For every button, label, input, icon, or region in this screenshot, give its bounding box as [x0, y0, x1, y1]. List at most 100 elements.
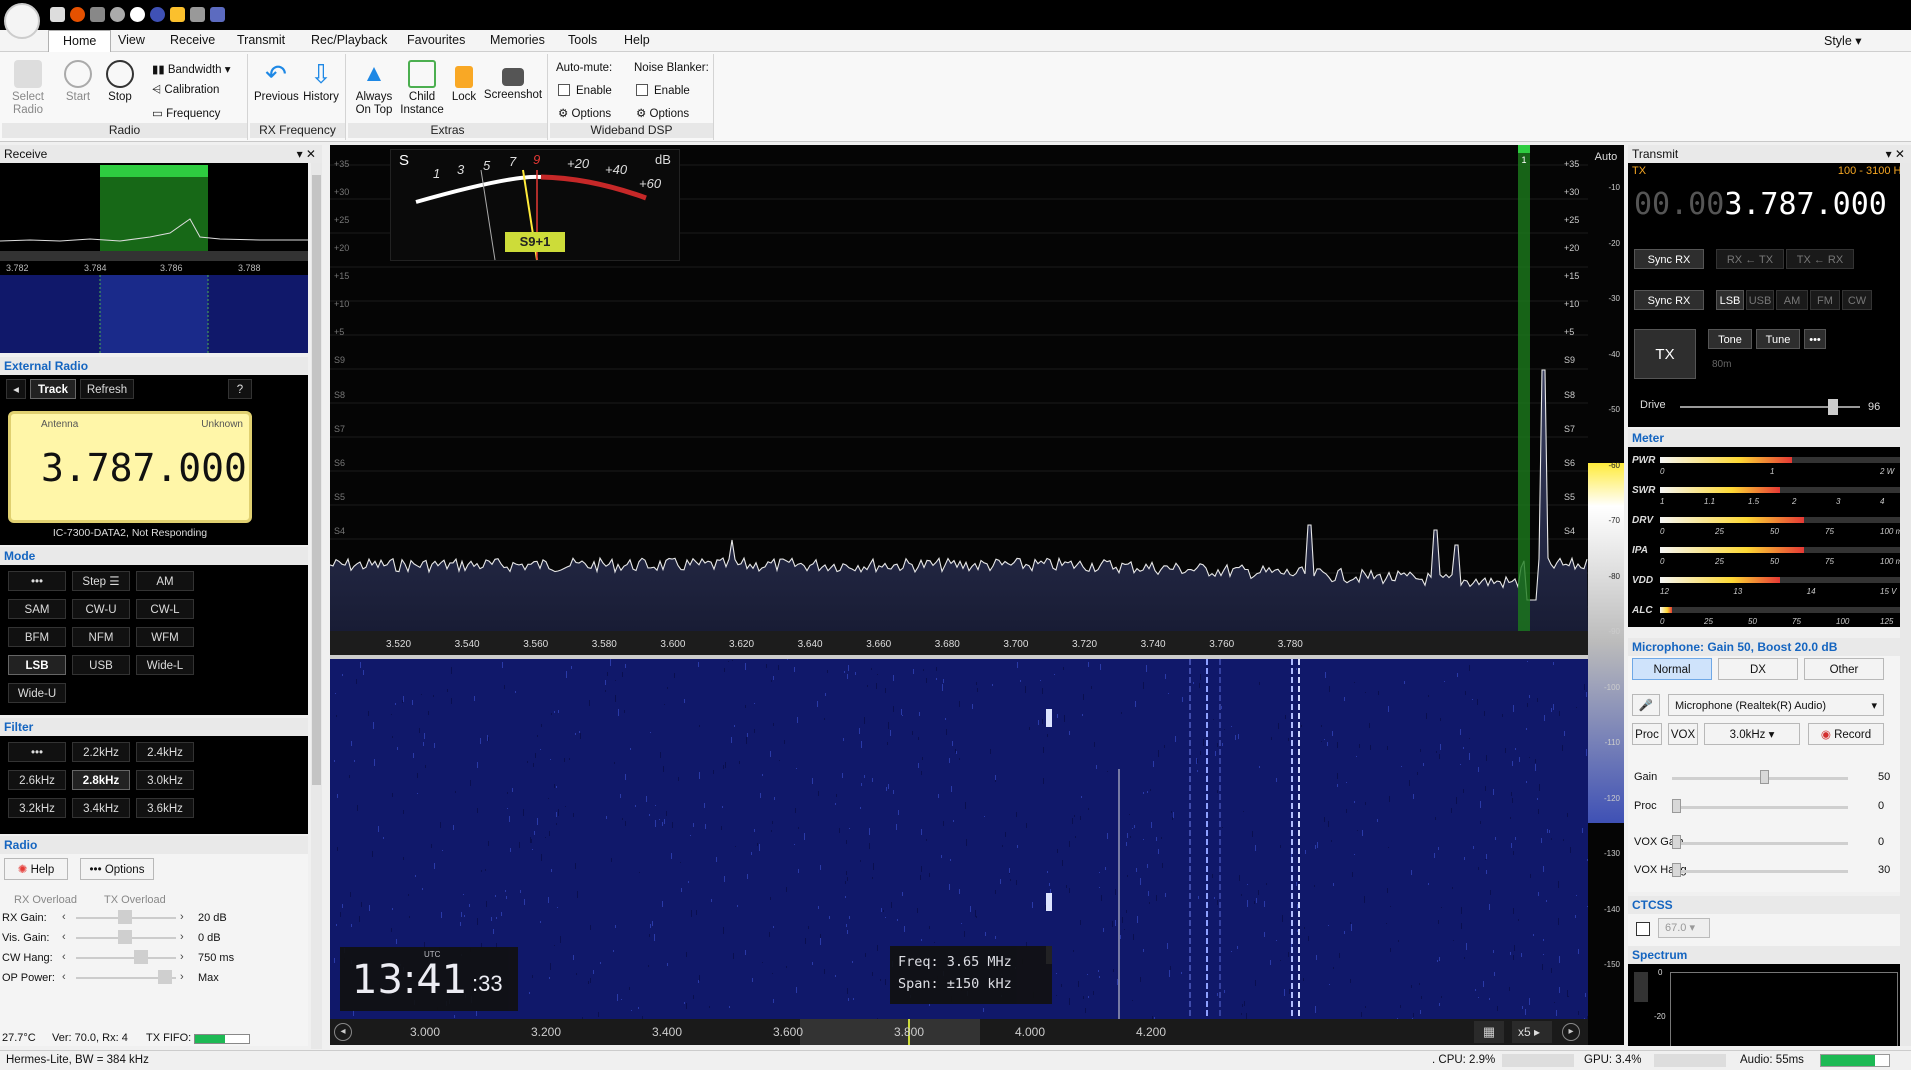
increase-button[interactable]: › — [180, 951, 184, 963]
decrease-button[interactable]: ‹ — [62, 911, 66, 923]
mic-slider-track[interactable] — [1672, 870, 1848, 873]
tune-button[interactable]: Tune — [1756, 329, 1800, 349]
tx-frequency[interactable]: 00.003.787.000 — [1634, 187, 1887, 222]
filter-button[interactable]: 3.0kHz — [136, 770, 194, 790]
filter-button[interactable]: ••• — [8, 742, 66, 762]
scroll-right-button[interactable]: ▸ — [1562, 1023, 1580, 1041]
frequency-button[interactable]: ▭ Frequency — [152, 106, 220, 120]
microphone-icon[interactable]: 🎤 — [1632, 694, 1660, 716]
select-radio-button[interactable]: Select Radio — [8, 60, 48, 117]
drive-thumb[interactable] — [1828, 399, 1838, 415]
filter-button[interactable]: 2.4kHz — [136, 742, 194, 762]
sync-rx-button[interactable]: Sync RX — [1634, 249, 1704, 269]
mode-button[interactable]: AM — [136, 571, 194, 591]
waterfall-display[interactable]: UTC 13:41 :33 Freq: 3.65 MHz Span: ±150 … — [330, 659, 1588, 1019]
history-button[interactable]: ⇩ History — [300, 60, 342, 104]
increase-button[interactable]: › — [180, 931, 184, 943]
tx-mode-cw[interactable]: CW — [1842, 290, 1872, 310]
band-bar[interactable]: ◂ 3.000 3.200 3.400 3.600 3.800 4.000 4.200 ▦ … — [330, 1019, 1588, 1045]
ctcss-select[interactable]: 67.0 ▾ — [1658, 918, 1710, 938]
mode-button[interactable]: LSB — [8, 655, 66, 675]
sync-rx-mode-button[interactable]: Sync RX — [1634, 290, 1704, 310]
mode-button[interactable]: CW-U — [72, 599, 130, 619]
star-icon[interactable] — [170, 7, 185, 22]
mic-slider-thumb[interactable] — [1760, 770, 1769, 784]
scroll-left-button[interactable]: ◂ — [334, 1023, 352, 1041]
filter-button[interactable]: 2.6kHz — [8, 770, 66, 790]
app-menu-icon[interactable] — [4, 3, 40, 39]
receive-mini-spectrum[interactable]: 3.782 3.784 3.786 3.788 — [0, 163, 308, 353]
filter-button[interactable]: 3.4kHz — [72, 798, 130, 818]
previous-button[interactable]: ↶ Previous — [254, 60, 299, 104]
screenshot-button[interactable]: Screenshot — [482, 60, 544, 102]
folder-icon[interactable] — [90, 7, 105, 22]
undo-icon[interactable] — [210, 7, 225, 22]
mode-button[interactable]: Wide-L — [136, 655, 194, 675]
track-button[interactable]: Track — [30, 379, 76, 399]
right-scrollbar[interactable] — [1900, 163, 1911, 1046]
filter-button[interactable]: 2.8kHz — [72, 770, 130, 790]
mode-button[interactable]: Step ☰ — [72, 571, 130, 591]
automute-options-button[interactable]: ⚙ Options — [558, 106, 611, 120]
menu-receive[interactable]: Receive — [170, 33, 215, 47]
level-scale[interactable]: Auto -10 -20 -30 -40 -50 -60 -70 -80 -90 -100 -110… — [1588, 145, 1624, 1045]
mic-tab-other[interactable]: Other — [1804, 658, 1884, 680]
auto-label[interactable]: Auto — [1590, 151, 1622, 163]
filter-button[interactable]: 2.2kHz — [72, 742, 130, 762]
tx-mode-usb[interactable]: USB — [1746, 290, 1774, 310]
mode-button[interactable]: CW-L — [136, 599, 194, 619]
mic-tab-dx[interactable]: DX — [1718, 658, 1798, 680]
decrease-button[interactable]: ‹ — [62, 931, 66, 943]
decrease-button[interactable]: ‹ — [62, 971, 66, 983]
stop-icon[interactable] — [130, 7, 145, 22]
menu-home[interactable]: Home — [48, 30, 112, 53]
rx-tx-button[interactable]: RX ← TX — [1716, 249, 1784, 269]
radio-row-slider[interactable] — [76, 957, 176, 959]
radio-row-thumb[interactable] — [118, 930, 132, 944]
help-button[interactable]: ✺ Help — [4, 858, 68, 880]
decrease-button[interactable]: ‹ — [62, 951, 66, 963]
filter-button[interactable]: 3.6kHz — [136, 798, 194, 818]
mode-button[interactable]: WFM — [136, 627, 194, 647]
menu-view[interactable]: View — [118, 33, 145, 47]
more-button[interactable]: ••• — [1804, 329, 1826, 349]
home-icon[interactable] — [50, 7, 65, 22]
mode-button[interactable]: SAM — [8, 599, 66, 619]
mic-slider-thumb[interactable] — [1672, 799, 1681, 813]
mic-bw-select[interactable]: 3.0kHz ▾ — [1704, 723, 1800, 745]
refresh-button[interactable]: Refresh — [80, 379, 134, 399]
start-button[interactable]: Start — [60, 60, 96, 104]
menu-help[interactable]: Help — [624, 33, 650, 47]
mode-button[interactable]: NFM — [72, 627, 130, 647]
increase-button[interactable]: › — [180, 971, 184, 983]
filter-button[interactable]: 3.2kHz — [8, 798, 66, 818]
child-instance-button[interactable]: Child Instance — [400, 60, 444, 117]
mic-slider-track[interactable] — [1672, 806, 1848, 809]
calibration-button[interactable]: ⩤ Calibration — [152, 84, 219, 97]
mode-button[interactable]: USB — [72, 655, 130, 675]
tone-button[interactable]: Tone — [1708, 329, 1752, 349]
record-button[interactable]: ◉ Record — [1808, 723, 1884, 745]
options-button[interactable]: ••• Options — [80, 858, 154, 880]
automute-enable-checkbox[interactable]: Enable — [558, 84, 612, 97]
ctcss-checkbox[interactable] — [1636, 922, 1650, 936]
mic-tab-normal[interactable]: Normal — [1632, 658, 1712, 680]
mode-button[interactable]: Wide-U — [8, 683, 66, 703]
left-scrollbar[interactable] — [311, 163, 322, 1049]
mode-button[interactable]: BFM — [8, 627, 66, 647]
mic-device-select[interactable]: Microphone (Realtek(R) Audio) ▾ — [1668, 694, 1884, 716]
always-on-top-button[interactable]: ▲ Always On Top — [352, 60, 396, 117]
settings-icon[interactable] — [190, 7, 205, 22]
radio-row-thumb[interactable] — [158, 970, 172, 984]
radio-row-thumb[interactable] — [134, 950, 148, 964]
spectrum-display[interactable]: 1 3.520 3.540 3.560 3.580 3.600 3.620 3.640 3.6… — [329, 145, 1588, 655]
menu-tools[interactable]: Tools — [568, 33, 597, 47]
lock-button[interactable]: Lock — [448, 60, 480, 104]
stop-button[interactable]: Stop — [102, 60, 138, 104]
nb-options-button[interactable]: ⚙ Options — [636, 106, 689, 120]
back-button[interactable]: ◂ — [6, 379, 26, 399]
proc-button[interactable]: Proc — [1632, 723, 1662, 745]
mic-slider-thumb[interactable] — [1672, 863, 1681, 877]
mic-slider-track[interactable] — [1672, 842, 1848, 845]
record-icon[interactable] — [150, 7, 165, 22]
